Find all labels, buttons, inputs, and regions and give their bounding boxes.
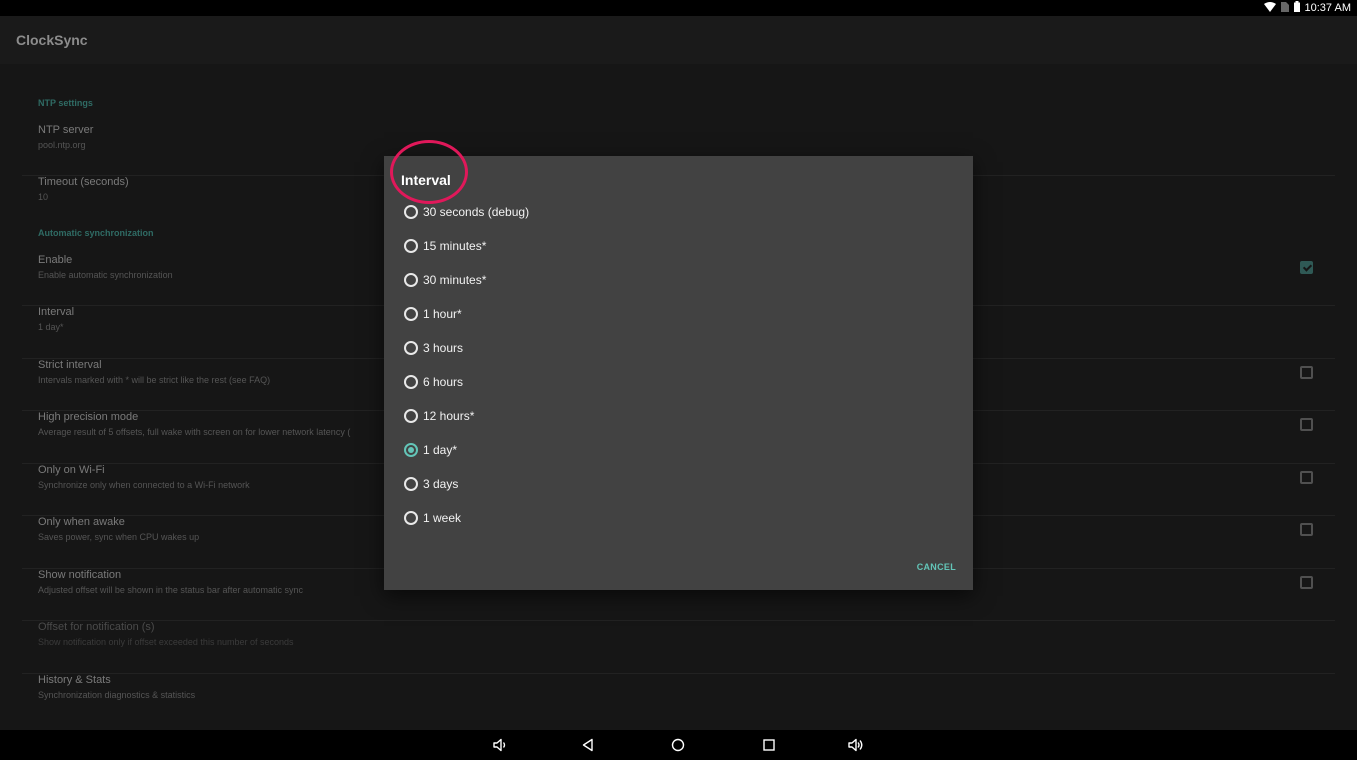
option-label: 3 days	[423, 477, 459, 491]
pref-title: NTP server	[38, 124, 94, 136]
show-notification-checkbox[interactable]	[1300, 576, 1313, 589]
option-label: 30 minutes*	[423, 273, 487, 287]
interval-option[interactable]: 15 minutes*	[404, 232, 486, 260]
pref-offset-notification: Offset for notification (s) Show notific…	[22, 621, 1335, 674]
pref-title: High precision mode	[38, 411, 139, 423]
pref-summary: Intervals marked with * will be strict l…	[38, 375, 271, 385]
option-label: 3 hours	[423, 341, 464, 355]
interval-option[interactable]: 12 hours*	[404, 402, 474, 430]
interval-option[interactable]: 6 hours	[404, 368, 463, 396]
pref-title: Enable	[38, 254, 73, 266]
pref-summary: Enable automatic synchronization	[38, 270, 173, 280]
back-icon[interactable]	[580, 737, 596, 753]
only-awake-checkbox[interactable]	[1300, 523, 1313, 536]
category-ntp-settings: NTP settings	[38, 98, 93, 108]
option-label: 1 week	[423, 511, 462, 525]
high-precision-checkbox[interactable]	[1300, 418, 1313, 431]
interval-option[interactable]: 1 week	[404, 504, 461, 532]
radio-button[interactable]	[404, 341, 418, 355]
pref-title: Offset for notification (s)	[38, 621, 155, 633]
cancel-button[interactable]: CANCEL	[917, 562, 956, 572]
recents-icon[interactable]	[761, 737, 777, 753]
home-icon[interactable]	[670, 737, 686, 753]
option-label: 12 hours*	[423, 409, 475, 423]
radio-button[interactable]	[404, 273, 418, 287]
status-icons: 10:37 AM	[1263, 1, 1351, 15]
interval-option-selected[interactable]: 1 day*	[404, 436, 457, 464]
interval-option[interactable]: 3 days	[404, 470, 458, 498]
app-bar: ClockSync	[0, 16, 1357, 64]
pref-summary: 1 day*	[38, 322, 64, 332]
navigation-bar	[0, 730, 1357, 760]
pref-summary: Synchronization diagnostics & statistics	[38, 690, 196, 700]
only-wifi-checkbox[interactable]	[1300, 471, 1313, 484]
wifi-icon	[1263, 1, 1276, 15]
pref-summary: 10	[38, 192, 49, 202]
enable-checkbox[interactable]	[1300, 261, 1313, 274]
option-label: 1 day*	[423, 443, 458, 457]
app-title: ClockSync	[16, 32, 88, 48]
dialog-title: Interval	[401, 172, 451, 188]
interval-option[interactable]: 3 hours	[404, 334, 463, 362]
pref-title: Only on Wi-Fi	[38, 464, 105, 476]
sim-icon	[1280, 1, 1289, 15]
pref-summary: Saves power, sync when CPU wakes up	[38, 532, 200, 542]
interval-dialog: Interval 30 seconds (debug) 15 minutes* …	[384, 156, 973, 590]
radio-button[interactable]	[404, 511, 418, 525]
pref-history-stats[interactable]: History & Stats Synchronization diagnost…	[22, 674, 1335, 726]
pref-summary: Average result of 5 offsets, full wake w…	[38, 427, 351, 437]
radio-button[interactable]	[404, 307, 418, 321]
status-bar: 10:37 AM	[0, 0, 1357, 16]
interval-option[interactable]: 30 seconds (debug)	[404, 198, 529, 226]
volume-down-icon[interactable]	[492, 737, 508, 753]
pref-title: Strict interval	[38, 359, 102, 371]
pref-title: Only when awake	[38, 516, 125, 528]
radio-button[interactable]	[404, 477, 418, 491]
status-time: 10:37 AM	[1304, 2, 1351, 14]
option-label: 6 hours	[423, 375, 464, 389]
radio-button[interactable]	[404, 375, 418, 389]
category-automatic-synchronization: Automatic synchronization	[38, 228, 154, 238]
option-label: 1 hour*	[423, 307, 462, 321]
pref-title: Show notification	[38, 569, 122, 581]
pref-title: Timeout (seconds)	[38, 176, 129, 188]
battery-icon	[1293, 1, 1300, 15]
pref-title: History & Stats	[38, 674, 111, 686]
interval-option[interactable]: 30 minutes*	[404, 266, 486, 294]
option-label: 30 seconds (debug)	[423, 205, 530, 219]
pref-summary: Synchronize only when connected to a Wi-…	[38, 480, 250, 490]
volume-up-icon[interactable]	[848, 737, 864, 753]
pref-title: Interval	[38, 306, 75, 318]
interval-option[interactable]: 1 hour*	[404, 300, 462, 328]
strict-interval-checkbox[interactable]	[1300, 366, 1313, 379]
pref-summary: pool.ntp.org	[38, 140, 86, 150]
pref-summary: Adjusted offset will be shown in the sta…	[38, 585, 303, 595]
radio-button[interactable]	[404, 239, 418, 253]
option-label: 15 minutes*	[423, 239, 487, 253]
radio-button[interactable]	[404, 205, 418, 219]
radio-button-selected[interactable]	[404, 443, 418, 457]
pref-summary: Show notification only if offset exceede…	[38, 637, 294, 647]
radio-button[interactable]	[404, 409, 418, 423]
